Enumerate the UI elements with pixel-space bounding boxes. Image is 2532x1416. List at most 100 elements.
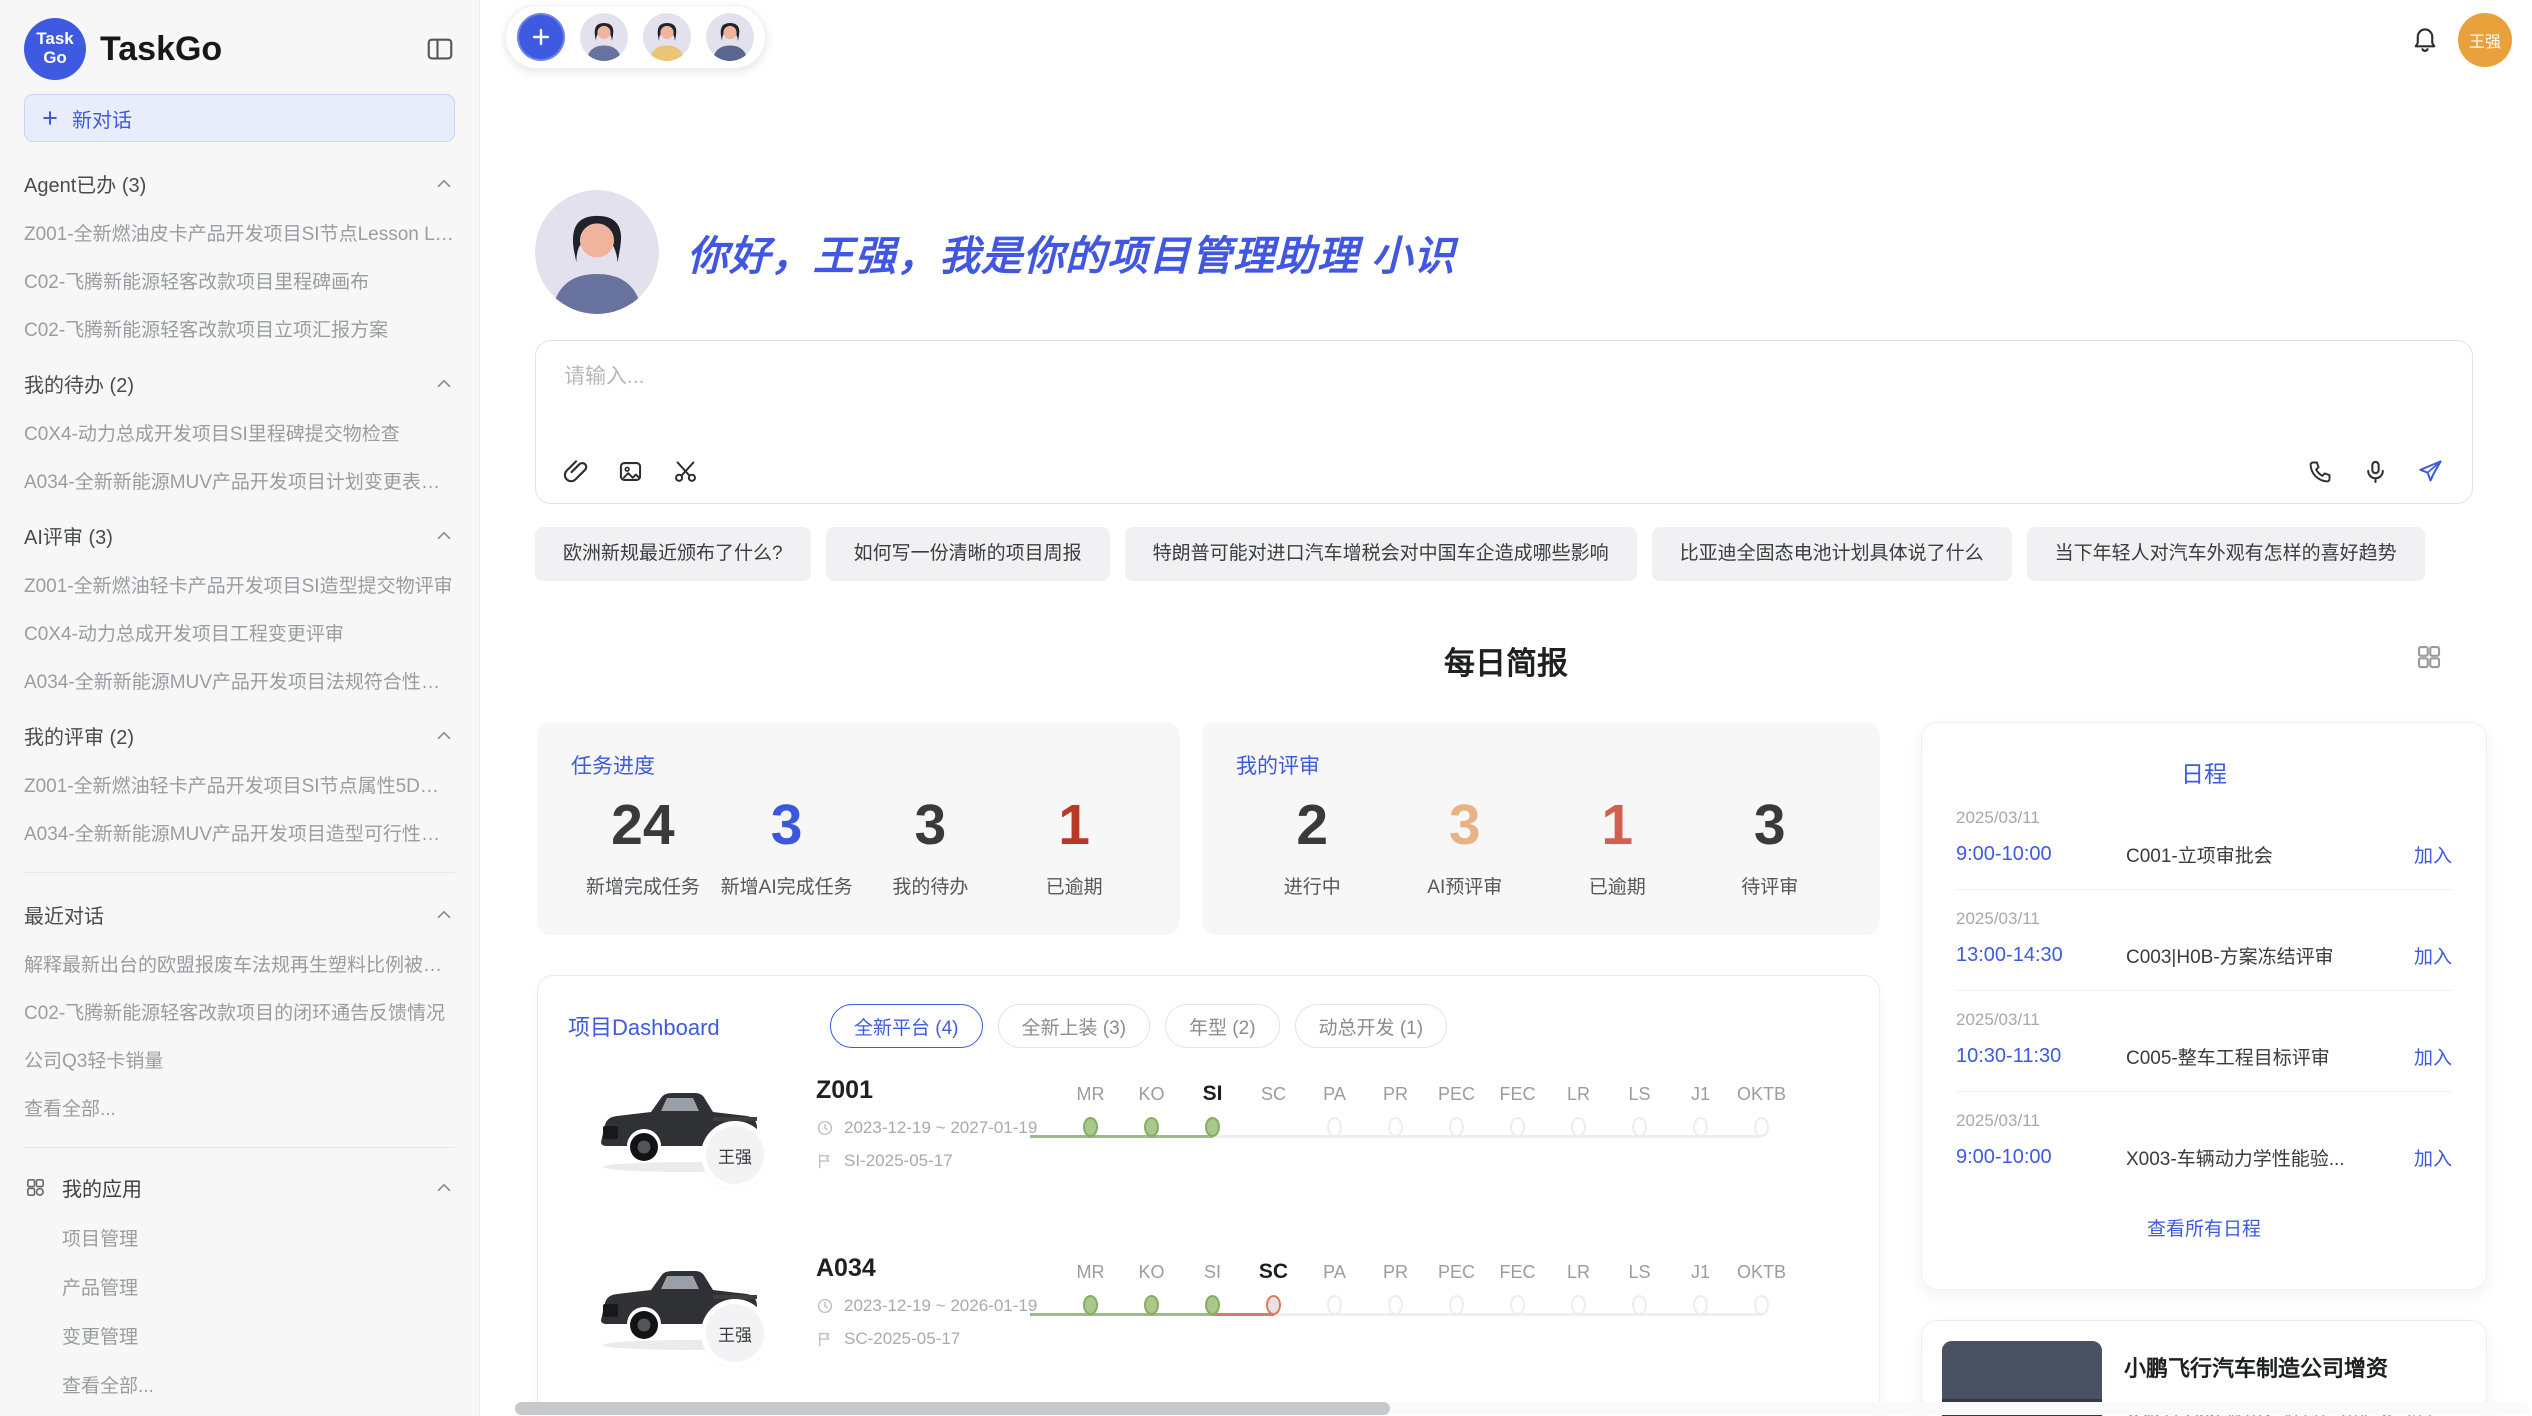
section-label: 我的评审 (2) [24, 721, 134, 750]
recent-chat-item[interactable]: 公司Q3轻卡销量 [24, 1046, 455, 1073]
stat-columns: 24新增完成任务3新增AI完成任务3我的待办1已逾期 [571, 788, 1146, 899]
panel-collapse-icon[interactable] [425, 34, 455, 64]
event-join-link[interactable]: 加入 [2414, 1043, 2452, 1070]
milestone-node[interactable] [1144, 1295, 1159, 1315]
project-name[interactable]: Z001 [816, 1076, 1037, 1105]
chat-input[interactable] [564, 365, 1880, 389]
scissors-icon[interactable] [672, 458, 699, 485]
view-all-chats-link[interactable]: 查看全部... [24, 1094, 455, 1121]
suggestion-chip[interactable]: 如何写一份清晰的项目周报 [826, 527, 1110, 581]
milestone-node[interactable] [1388, 1117, 1403, 1137]
view-all-schedule-link[interactable]: 查看所有日程 [1956, 1214, 2452, 1241]
view-all-apps-link[interactable]: 查看全部... [62, 1371, 455, 1398]
milestone-node[interactable] [1632, 1117, 1647, 1137]
new-chat-button[interactable]: 新对话 [24, 94, 455, 142]
milestone-node[interactable] [1510, 1295, 1525, 1315]
app-sub-item[interactable]: 产品管理 [62, 1273, 455, 1300]
chevron-up-icon[interactable] [433, 525, 455, 547]
sidebar-item[interactable]: A034-全新新能源MUV产品开发项目造型可行性评审 [24, 819, 455, 846]
milestone-node[interactable] [1754, 1295, 1769, 1315]
sidebar-item[interactable]: Z001-全新燃油皮卡产品开发项目SI节点Lesson Learn报告 [24, 219, 455, 246]
milestone-node[interactable] [1083, 1295, 1098, 1315]
milestone-node[interactable] [1327, 1295, 1342, 1315]
project-owner-badge[interactable]: 王强 [706, 1304, 764, 1362]
milestone-label: MR [1060, 1080, 1121, 1108]
suggestion-chip[interactable]: 欧洲新规最近颁布了什么? [535, 527, 811, 581]
milestone-node[interactable] [1571, 1295, 1586, 1315]
dashboard-filter-chip[interactable]: 全新上装 (3) [998, 1004, 1151, 1048]
bell-icon[interactable] [2410, 23, 2440, 53]
milestone-node[interactable] [1083, 1117, 1098, 1137]
sidebar-item[interactable]: A034-全新新能源MUV产品开发项目计划变更表编写 [24, 467, 455, 494]
dashboard-filter-chip[interactable]: 年型 (2) [1165, 1004, 1280, 1048]
milestone-node[interactable] [1693, 1117, 1708, 1137]
add-conversation-button[interactable] [517, 13, 565, 61]
new-chat-label: 新对话 [72, 104, 132, 133]
milestone-node[interactable] [1571, 1117, 1586, 1137]
milestone-node[interactable] [1754, 1117, 1769, 1137]
chevron-up-icon[interactable] [433, 725, 455, 747]
milestone-node[interactable] [1327, 1117, 1342, 1137]
milestone-node[interactable] [1144, 1117, 1159, 1137]
mic-icon[interactable] [2362, 458, 2389, 485]
milestone-node[interactable] [1205, 1117, 1220, 1137]
milestone-node[interactable] [1632, 1295, 1647, 1315]
phone-icon[interactable] [2307, 458, 2334, 485]
sidebar-item[interactable]: A034-全新新能源MUV产品开发项目法规符合性评审 [24, 667, 455, 694]
sidebar-item-my-apps[interactable]: 我的应用 [24, 1173, 455, 1202]
milestone-node[interactable] [1510, 1117, 1525, 1137]
paperclip-icon[interactable] [562, 458, 589, 485]
flag-icon [816, 1330, 834, 1348]
recent-chat-item[interactable]: C02-飞腾新能源轻客改款项目的闭环通告反馈情况 [24, 998, 455, 1025]
stat-value: 3 [1389, 792, 1542, 858]
schedule-event: 2025/03/119:00-10:00C001-立项审批会加入 [1956, 789, 2452, 890]
chat-input-card [535, 340, 2473, 504]
image-icon[interactable] [617, 458, 644, 485]
schedule-events: 2025/03/119:00-10:00C001-立项审批会加入 2025/03/… [1956, 789, 2452, 1192]
dashboard-filter-chip[interactable]: 动总开发 (1) [1295, 1004, 1448, 1048]
schedule-event: 2025/03/119:00-10:00X003-车辆动力学性能验...加入 [1956, 1092, 2452, 1192]
chevron-up-icon[interactable] [433, 373, 455, 395]
chevron-up-icon[interactable] [433, 1177, 455, 1199]
send-icon[interactable] [2417, 458, 2444, 485]
suggestion-chip[interactable]: 特朗普可能对进口汽车增税会对中国车企造成哪些影响 [1125, 527, 1637, 581]
chevron-up-icon[interactable] [433, 173, 455, 195]
project-flag: SC-2025-05-17 [816, 1329, 1037, 1349]
dashboard-filter-chip[interactable]: 全新平台 (4) [830, 1004, 983, 1048]
chevron-up-icon[interactable] [433, 904, 455, 926]
project-owner-badge[interactable]: 王强 [706, 1126, 764, 1184]
event-date: 2025/03/11 [1956, 909, 2452, 929]
milestone-node[interactable] [1388, 1295, 1403, 1315]
event-join-link[interactable]: 加入 [2414, 1144, 2452, 1171]
suggestion-chip[interactable]: 比亚迪全固态电池计划具体说了什么 [1652, 527, 2012, 581]
sidebar-item[interactable]: C02-飞腾新能源轻客改款项目里程碑画布 [24, 267, 455, 294]
conversation-avatar-1[interactable] [580, 13, 628, 61]
sidebar-item[interactable]: C0X4-动力总成开发项目SI里程碑提交物检查 [24, 419, 455, 446]
grid-view-icon[interactable] [2414, 642, 2444, 672]
event-join-link[interactable]: 加入 [2414, 841, 2452, 868]
sidebar-item[interactable]: Z001-全新燃油轻卡产品开发项目SI节点属性5D文件评审 [24, 771, 455, 798]
sidebar-item[interactable]: C02-飞腾新能源轻客改款项目立项汇报方案 [24, 315, 455, 342]
milestone-node[interactable] [1449, 1295, 1464, 1315]
app-sub-item[interactable]: 变更管理 [62, 1322, 455, 1349]
suggestion-chip[interactable]: 当下年轻人对汽车外观有怎样的喜好趋势 [2027, 527, 2425, 581]
project-name[interactable]: A034 [816, 1254, 1037, 1283]
sidebar-section-header: AI评审 (3) [24, 521, 455, 550]
scrollbar-thumb[interactable] [515, 1402, 1390, 1415]
horizontal-scrollbar[interactable] [515, 1402, 2530, 1415]
sidebar-section-header: 我的待办 (2) [24, 369, 455, 398]
milestone-node[interactable] [1449, 1117, 1464, 1137]
app-sub-item[interactable]: 项目管理 [62, 1224, 455, 1251]
event-join-link[interactable]: 加入 [2414, 942, 2452, 969]
sidebar-item[interactable]: C0X4-动力总成开发项目工程变更评审 [24, 619, 455, 646]
conversation-avatar-2[interactable] [643, 13, 691, 61]
recent-chat-item[interactable]: 解释最新出台的欧盟报废车法规再生塑料比例被调至15%... [24, 950, 455, 977]
project-info: A0342023-12-19 ~ 2026-01-19SC-2025-05-17 [816, 1254, 1037, 1349]
event-title: C001-立项审批会 [2126, 841, 2402, 868]
conversation-avatar-3[interactable] [706, 13, 754, 61]
sidebar-item[interactable]: Z001-全新燃油轻卡产品开发项目SI造型提交物评审 [24, 571, 455, 598]
milestone-node[interactable] [1266, 1295, 1281, 1315]
milestone-node[interactable] [1693, 1295, 1708, 1315]
milestone-node[interactable] [1205, 1295, 1220, 1315]
user-avatar[interactable]: 王强 [2458, 13, 2512, 67]
